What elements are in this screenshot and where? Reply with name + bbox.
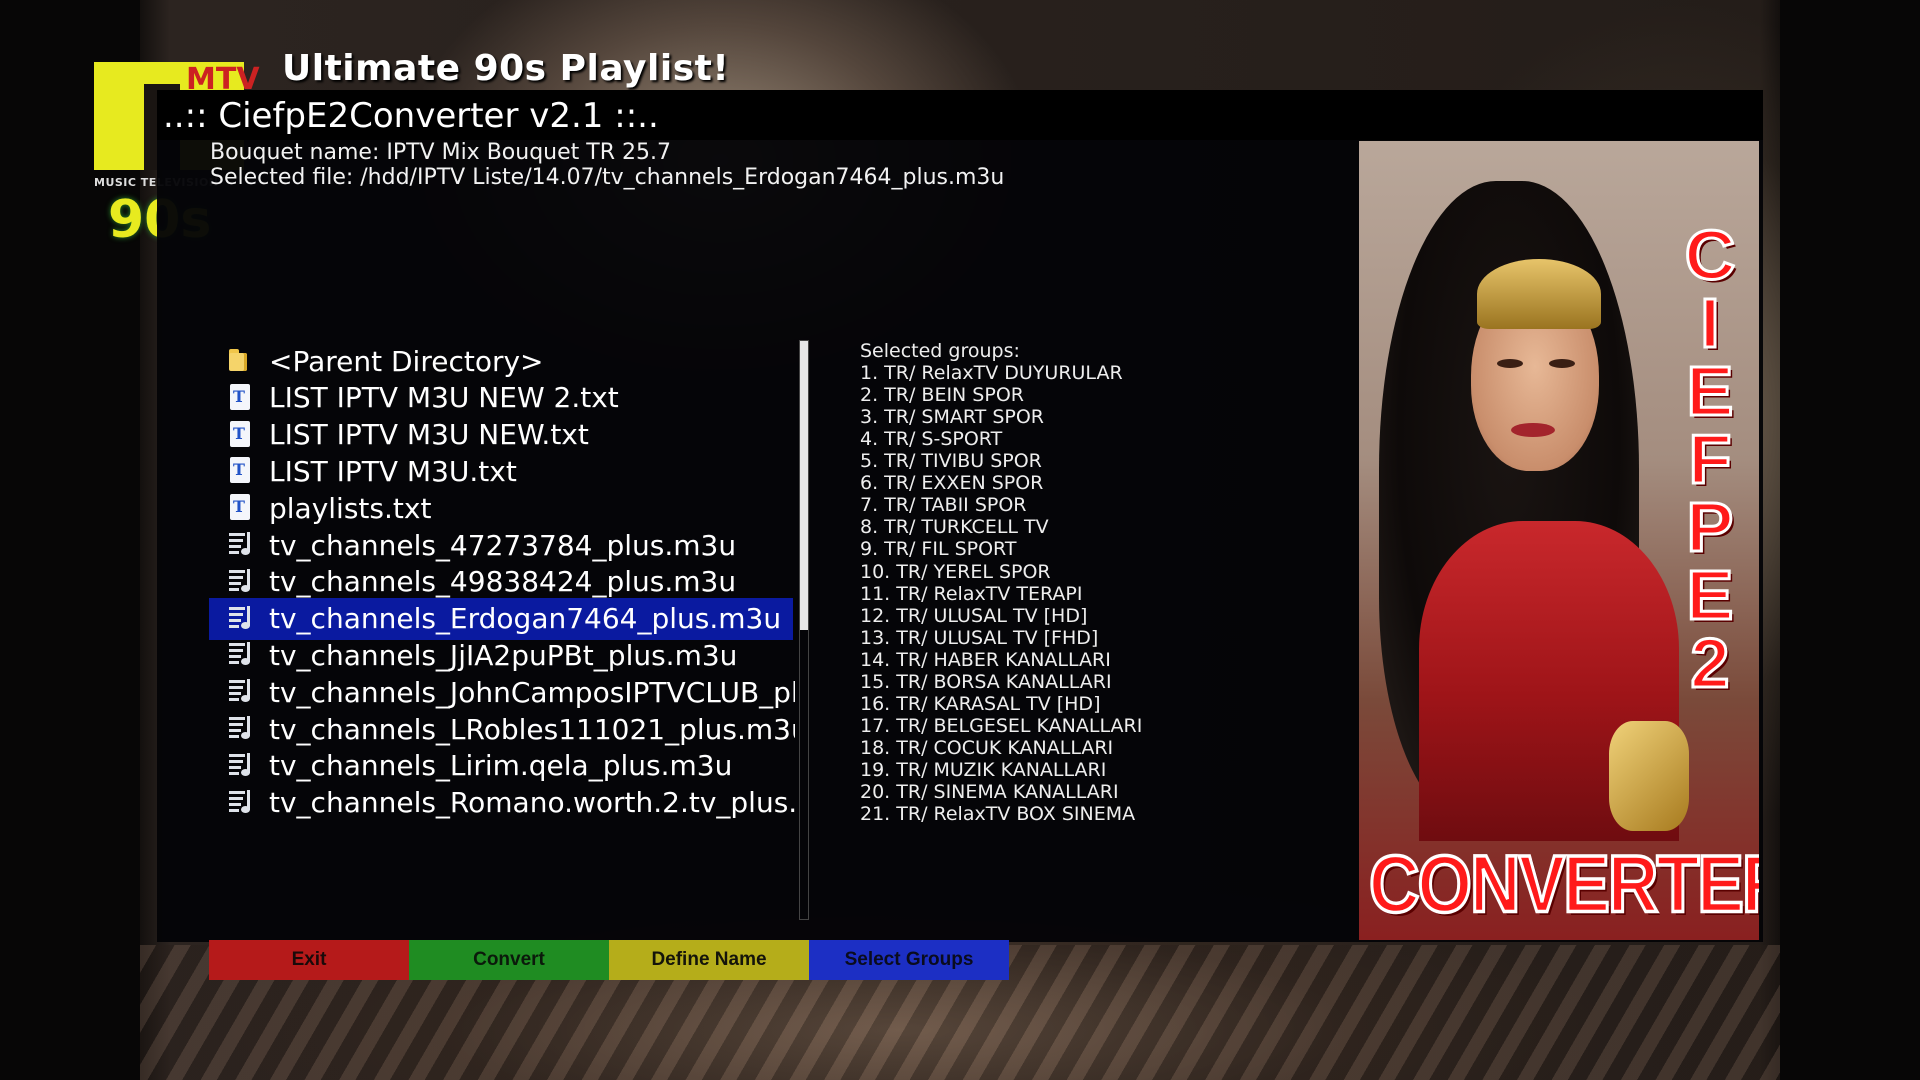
selected-groups-panel: Selected groups: 1. TR/ RelaxTV DUYURULA… <box>860 340 1220 920</box>
playlist-icon <box>227 715 253 743</box>
poster-title-letter: E <box>1685 352 1735 430</box>
exit-button[interactable]: Exit <box>209 940 409 980</box>
file-name: tv_channels_JohnCamposIPTVCLUB_plus <box>269 675 795 709</box>
folder-icon <box>227 347 253 375</box>
file-row[interactable]: T LIST IPTV M3U.txt <box>209 450 793 492</box>
selected-group-item: 5. TR/ TIVIBU SPOR <box>860 450 1042 473</box>
file-row[interactable]: tv_channels_47273784_plus.m3u <box>209 524 793 566</box>
file-row[interactable]: tv_channels_JjIA2puPBt_plus.m3u <box>209 634 793 676</box>
poster-title-letter: I <box>1699 284 1722 362</box>
scrollbar-thumb[interactable] <box>800 341 808 630</box>
playlist-icon <box>227 789 253 817</box>
playlist-icon <box>227 641 253 669</box>
file-row[interactable]: <Parent Directory> <box>209 340 793 382</box>
selected-group-item: 9. TR/ FIL SPORT <box>860 538 1017 561</box>
selected-group-item: 21. TR/ RelaxTV BOX SINEMA <box>860 803 1136 826</box>
playlist-icon <box>227 752 253 780</box>
file-row[interactable]: tv_channels_Lirim.qela_plus.m3u <box>209 745 793 787</box>
selected-group-item: 20. TR/ SINEMA KANALLARI <box>860 781 1119 803</box>
poster-armor <box>1609 721 1689 831</box>
file-name: tv_channels_47273784_plus.m3u <box>269 528 737 562</box>
bouquet-name: Bouquet name: IPTV Mix Bouquet TR 25.7 <box>210 140 671 165</box>
file-list[interactable]: <Parent Directory> T LIST IPTV M3U NEW 2.t… <box>209 340 795 920</box>
selected-group-item: 4. TR/ S-SPORT <box>860 428 1003 451</box>
file-name: tv_channels_JjIA2puPBt_plus.m3u <box>269 638 738 672</box>
file-list-scrollbar[interactable] <box>799 340 809 920</box>
poster-title-letter: 2 <box>1689 624 1731 702</box>
selected-group-item: 11. TR/ RelaxTV TERAPI <box>860 582 1083 605</box>
tv-background-right-edge <box>1780 0 1920 1080</box>
playlist-icon <box>227 568 253 596</box>
text-file-icon: T <box>227 494 253 522</box>
selected-group-item: 19. TR/ MUZIK KANALLARI <box>860 758 1107 781</box>
poster-vertical-title: CIEFPE2 <box>1675 216 1745 702</box>
text-file-icon: T <box>227 457 253 485</box>
file-name: tv_channels_Romano.worth.2.tv_plus.m3 <box>269 786 795 820</box>
file-name: playlists.txt <box>269 491 432 525</box>
selected-group-item: 14. TR/ HABER KANALLARI <box>860 648 1111 671</box>
selected-group-item: 12. TR/ ULUSAL TV [HD] <box>860 604 1088 627</box>
file-name: LIST IPTV M3U NEW 2.txt <box>269 381 619 415</box>
file-row[interactable]: tv_channels_49838424_plus.m3u <box>209 561 793 603</box>
selected-group-item: 10. TR/ YEREL SPOR <box>860 560 1051 583</box>
file-row[interactable]: tv_channels_LRobles111021_plus.m3u <box>209 708 795 750</box>
file-row[interactable]: tv_channels_JohnCamposIPTVCLUB_plus <box>209 671 795 713</box>
selected-groups-header: Selected groups: <box>860 340 1020 362</box>
selected-group-item: 3. TR/ SMART SPOR <box>860 406 1045 429</box>
poster-tiara <box>1477 259 1601 329</box>
selected-group-item: 8. TR/ TURKCELL TV <box>860 516 1049 539</box>
convert-button[interactable]: Convert <box>409 940 609 980</box>
selected-group-item: 18. TR/ COCUK KANALLARI <box>860 736 1114 759</box>
selected-group-item: 16. TR/ KARASAL TV [HD] <box>860 692 1101 715</box>
poster-eye-right <box>1549 359 1575 368</box>
selected-group-item: 6. TR/ EXXEN SPOR <box>860 472 1044 495</box>
window-titlebar: ..:: CiefpE2Converter v2.1 ::.. <box>157 90 1763 140</box>
selected-group-item: 1. TR/ RelaxTV DUYURULAR <box>860 362 1123 385</box>
plugin-poster: CIEFPE2 CONVERTER <box>1359 141 1759 940</box>
text-file-icon: T <box>227 420 253 449</box>
poster-title-letter: E <box>1685 556 1735 634</box>
selected-group-item: 7. TR/ TABII SPOR <box>860 494 1027 517</box>
selected-group-item: 2. TR/ BEIN SPOR <box>860 384 1024 407</box>
file-name: LIST IPTV M3U NEW.txt <box>269 418 589 452</box>
poster-lips <box>1511 423 1555 437</box>
file-row[interactable]: T LIST IPTV M3U NEW 2.txt <box>209 377 793 419</box>
window-title: ..:: CiefpE2Converter v2.1 ::.. <box>163 96 659 136</box>
file-name: LIST IPTV M3U.txt <box>269 454 517 488</box>
selected-group-item: 15. TR/ BORSA KANALLARI <box>860 670 1112 693</box>
selected-file: Selected file: /hdd/IPTV Liste/14.07/tv_… <box>210 165 1005 190</box>
poster-converter-title: CONVERTER <box>1368 837 1760 930</box>
file-name: tv_channels_LRobles111021_plus.m3u <box>269 712 795 746</box>
file-name: tv_channels_49838424_plus.m3u <box>269 565 737 599</box>
select-groups-button[interactable]: Select Groups <box>809 940 1009 980</box>
file-name: <Parent Directory> <box>269 344 544 378</box>
show-title: Ultimate 90s Playlist! <box>282 48 730 89</box>
file-row[interactable]: T LIST IPTV M3U NEW.txt <box>209 414 793 456</box>
poster-title-letter: P <box>1685 488 1735 566</box>
playlist-icon <box>227 678 253 706</box>
poster-title-letter: F <box>1687 420 1733 498</box>
selected-group-item: 13. TR/ ULUSAL TV [FHD] <box>860 626 1099 649</box>
text-file-icon: T <box>227 383 253 412</box>
file-row-selected[interactable]: tv_channels_Erdogan7464_plus.m3u <box>209 597 793 640</box>
file-name: tv_channels_Erdogan7464_plus.m3u <box>269 602 782 636</box>
playlist-icon <box>227 531 253 559</box>
poster-eye-left <box>1497 359 1523 368</box>
file-row[interactable]: Tplaylists.txt <box>209 487 793 529</box>
define-name-button[interactable]: Define Name <box>609 940 809 980</box>
file-row[interactable]: tv_channels_Romano.worth.2.tv_plus.m3 <box>209 782 795 824</box>
file-name: tv_channels_Lirim.qela_plus.m3u <box>269 749 733 783</box>
poster-title-letter: C <box>1683 216 1737 294</box>
playlist-icon <box>227 605 253 633</box>
selected-group-item: 17. TR/ BELGESEL KANALLARI <box>860 714 1143 737</box>
